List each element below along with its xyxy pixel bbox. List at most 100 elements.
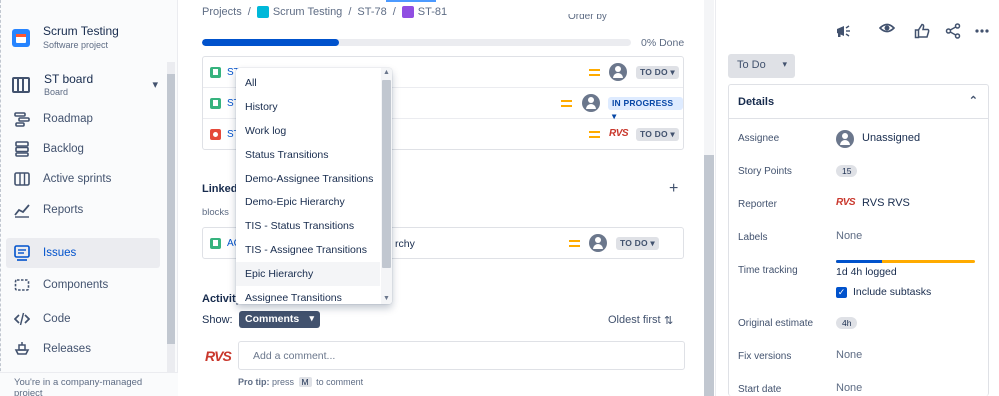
breadcrumb-separator: / <box>348 6 352 18</box>
share-icon[interactable] <box>944 22 962 40</box>
breadcrumb-separator: / <box>247 6 251 18</box>
reporter-label: Reporter <box>738 199 777 210</box>
status-transition-label: To Do <box>737 59 766 71</box>
sidebar-item-active-sprints[interactable]: Active sprints <box>6 164 160 194</box>
breadcrumb-projects[interactable]: Projects <box>202 6 242 18</box>
sidebar-item-label: Issues <box>43 247 77 259</box>
status-badge[interactable]: TO DO ▾ <box>636 128 679 141</box>
avatar[interactable] <box>609 63 627 81</box>
sidebar-edge <box>0 0 2 396</box>
menu-scrollbar-thumb[interactable] <box>382 80 391 268</box>
activity-filter-label: Comments <box>245 313 300 325</box>
menu-item-demo-assignee-transitions[interactable]: Demo-Assignee Transitions <box>236 167 380 191</box>
progress-label: 0% Done <box>641 37 685 49</box>
sort-order-button[interactable]: Oldest first <box>608 314 661 326</box>
priority-medium-icon <box>561 100 572 107</box>
details-header[interactable]: Details ⌃ <box>729 85 988 119</box>
status-badge[interactable]: TO DO ▾ <box>636 66 679 79</box>
priority-medium-icon <box>589 69 600 76</box>
project-type: Software project <box>43 40 109 50</box>
child-progress-bar <box>202 39 631 46</box>
comment-input[interactable]: Add a comment... <box>238 341 685 370</box>
sidebar-item-components[interactable]: Components <box>6 270 160 300</box>
time-logged: 1d 4h logged <box>836 266 897 278</box>
time-tracking-bar[interactable] <box>836 260 975 263</box>
story-icon <box>210 98 221 109</box>
breadcrumb-project[interactable]: Scrum Testing <box>273 6 343 18</box>
add-link-icon[interactable]: + <box>669 180 678 198</box>
avatar[interactable] <box>582 94 600 112</box>
story-icon <box>210 67 221 78</box>
scroll-up-icon[interactable]: ▲ <box>383 69 390 76</box>
megaphone-icon[interactable] <box>834 22 852 40</box>
fix-versions-value[interactable]: None <box>836 349 862 361</box>
original-estimate-label: Original estimate <box>738 318 814 329</box>
include-subtasks-checkbox[interactable]: ✓ <box>836 287 847 298</box>
sprint-board-icon <box>14 171 30 187</box>
sidebar-item-releases[interactable]: Releases <box>6 334 160 364</box>
sidebar-item-reports[interactable]: Reports <box>6 195 160 225</box>
menu-item-work-log[interactable]: Work log <box>236 119 380 143</box>
labels-value[interactable]: None <box>836 230 862 242</box>
menu-scrollbar[interactable]: ▲ ▼ <box>381 68 392 304</box>
sidebar-scrollbar-thumb[interactable] <box>167 74 175 344</box>
chevron-down-icon[interactable]: ▾ <box>152 78 158 91</box>
sidebar-item-roadmap[interactable]: Roadmap <box>6 104 160 134</box>
menu-item-tis-status-transitions[interactable]: TIS - Status Transitions <box>236 214 380 238</box>
original-estimate-value[interactable]: 4h <box>836 317 858 329</box>
components-icon <box>14 277 30 293</box>
story-points-value[interactable]: 15 <box>836 165 858 177</box>
breadcrumb-issue[interactable]: ST-81 <box>418 6 447 18</box>
time-logged-fill <box>836 260 882 263</box>
more-actions-icon[interactable] <box>973 22 991 40</box>
project-header[interactable]: Scrum Testing Software project <box>12 24 119 50</box>
sidebar-item-backlog[interactable]: Backlog <box>6 134 160 164</box>
details-section: Details ⌃ Assignee Unassigned Story Poin… <box>728 84 989 396</box>
menu-item-all[interactable]: All <box>236 71 380 95</box>
breadcrumb-separator: / <box>392 6 396 18</box>
avatar[interactable] <box>589 234 607 252</box>
assignee-value[interactable]: Unassigned <box>862 132 920 144</box>
issue-summary[interactable]: rchy <box>395 238 415 250</box>
menu-item-status-transitions[interactable]: Status Transitions <box>236 143 380 167</box>
sort-icon[interactable]: ⇅ <box>664 314 673 327</box>
menu-item-tis-assignee-transitions[interactable]: TIS - Assignee Transitions <box>236 238 380 262</box>
ship-icon <box>14 341 30 357</box>
board-selector[interactable]: ST board Board ▾ <box>12 72 162 97</box>
sidebar-item-label: Components <box>43 279 109 291</box>
scroll-down-icon[interactable]: ▼ <box>383 295 390 302</box>
project-name: Scrum Testing <box>43 24 119 38</box>
sidebar-item-issues[interactable]: Issues <box>6 238 160 268</box>
thumbs-up-icon[interactable] <box>913 22 931 40</box>
sidebar-scrollbar[interactable] <box>167 62 175 372</box>
status-badge[interactable]: IN PROGRESS ▾ <box>608 97 683 121</box>
assignee-label: Assignee <box>738 133 780 144</box>
labels-label: Labels <box>738 232 768 243</box>
menu-item-history[interactable]: History <box>236 95 380 119</box>
chevron-up-icon[interactable]: ⌃ <box>969 94 978 107</box>
main-scrollbar[interactable] <box>704 0 714 396</box>
rvs-logo-avatar[interactable]: RVS <box>609 128 629 139</box>
chevron-down-icon: ▾ <box>309 313 314 323</box>
menu-item-demo-epic-hierarchy[interactable]: Demo-Epic Hierarchy <box>236 190 380 214</box>
breadcrumb: Projects / Scrum Testing / ST-78 / ST-81 <box>202 6 447 18</box>
sidebar-item-code[interactable]: Code <box>6 304 160 334</box>
linked-issues-heading: Linked <box>202 183 238 195</box>
menu-item-assignee-transitions[interactable]: Assignee Transitions <box>236 286 380 304</box>
main-scrollbar-thumb[interactable] <box>704 155 714 396</box>
progress-fill <box>202 39 340 46</box>
issue-details-panel: To Do ▾ Details ⌃ Assignee Unassigned St… <box>715 0 999 396</box>
breadcrumb-parent[interactable]: ST-78 <box>357 6 386 18</box>
order-by[interactable]: Order by <box>568 14 607 22</box>
unassigned-avatar[interactable] <box>836 130 854 148</box>
status-transition-button[interactable]: To Do ▾ <box>728 54 795 78</box>
status-badge[interactable]: TO DO ▾ <box>616 237 659 250</box>
activity-filter-button[interactable]: Comments ▾ <box>239 311 320 328</box>
start-date-value[interactable]: None <box>836 382 862 394</box>
watch-eye-icon[interactable] <box>878 19 896 37</box>
reporter-value[interactable]: RVS RVS <box>862 197 910 209</box>
menu-item-epic-hierarchy[interactable]: Epic Hierarchy <box>236 262 380 286</box>
pro-tip: Pro tip: press M to comment <box>238 377 363 387</box>
sidebar-item-label: Roadmap <box>43 113 93 125</box>
link-relation: blocks <box>202 207 229 218</box>
